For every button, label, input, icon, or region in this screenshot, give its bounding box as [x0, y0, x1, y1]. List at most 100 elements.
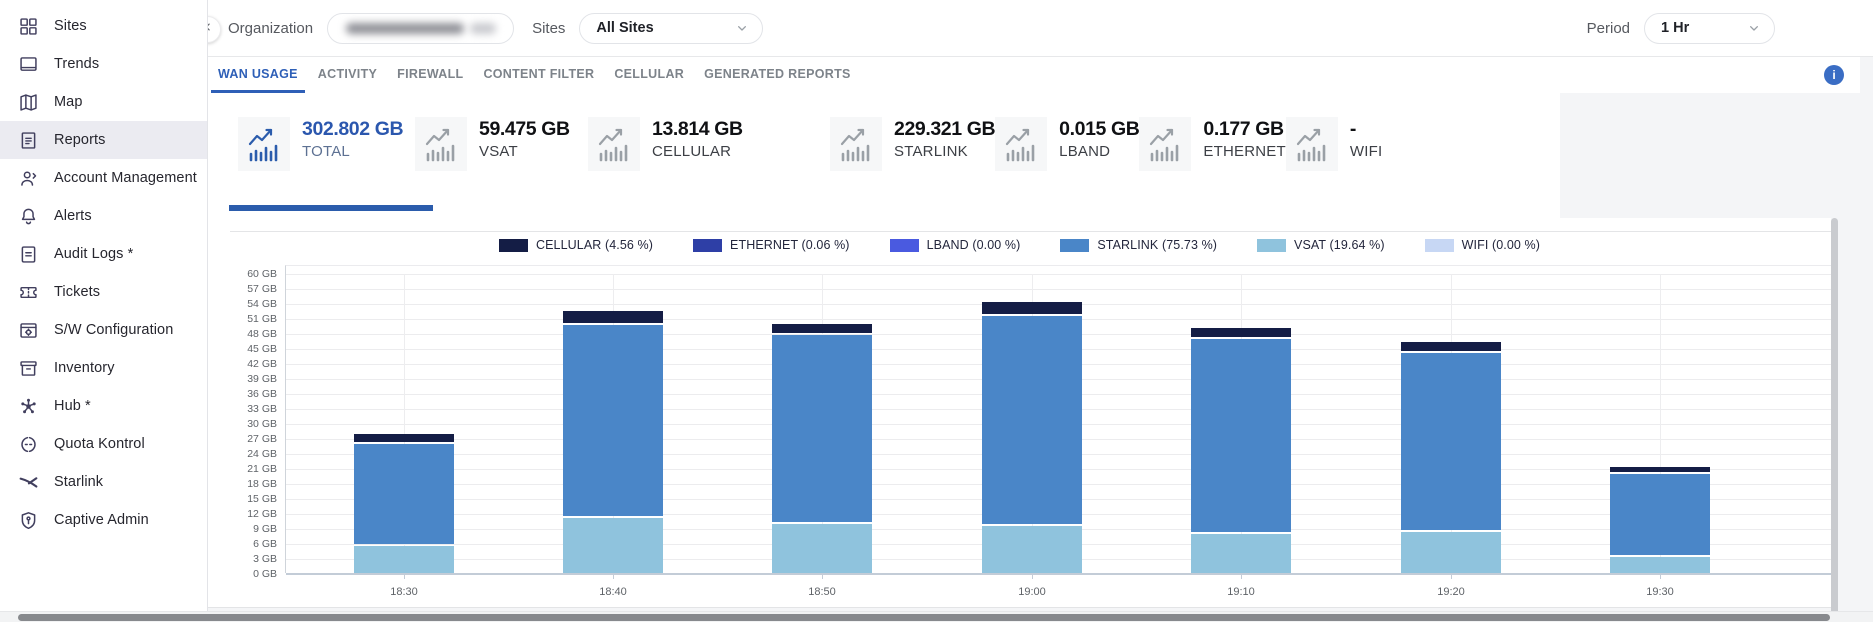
- tab-wan-usage[interactable]: WAN USAGE: [211, 57, 305, 93]
- period-select[interactable]: 1 Hr: [1644, 13, 1775, 44]
- y-axis-tick-label: 9 GB: [227, 523, 277, 535]
- summary-card-lband[interactable]: 0.015 GBLBAND: [995, 117, 1139, 171]
- bar-segment-cellular: [1401, 342, 1501, 351]
- sidebar-item-label: Starlink: [54, 474, 103, 490]
- map-icon: [17, 91, 39, 113]
- summary-card-vsat[interactable]: 59.475 GBVSAT: [415, 117, 588, 171]
- legend-item-wifi[interactable]: WIFI (0.00 %): [1425, 238, 1540, 252]
- sidebar-item-hub[interactable]: Hub *: [0, 387, 207, 425]
- tab-activity[interactable]: ACTIVITY: [311, 57, 384, 93]
- chart-plot-area: 0 GB3 GB6 GB9 GB12 GB15 GB18 GB21 GB24 G…: [285, 265, 1831, 573]
- sidebar-item-account-management[interactable]: Account Management: [0, 159, 207, 197]
- summary-card-ethernet[interactable]: 0.177 GB ETHERNET: [1139, 117, 1285, 171]
- tabs-holder: WAN USAGEACTIVITYFIREWALLCONTENT FILTERC…: [208, 57, 861, 93]
- summary-card-wifi[interactable]: -WIFI: [1286, 117, 1406, 171]
- bar-segment-cellular: [1191, 328, 1291, 337]
- sidebar-item-audit-logs[interactable]: Audit Logs *: [0, 235, 207, 273]
- trend-chart-icon: [995, 117, 1047, 171]
- bar-segment-vsat: [354, 546, 454, 573]
- bar-segment-starlink: [982, 316, 1082, 524]
- x-axis-tick: [1451, 574, 1452, 579]
- bar-segment-vsat: [1401, 532, 1501, 573]
- legend-item-cellular[interactable]: CELLULAR (4.56 %): [499, 238, 653, 252]
- legend-swatch: [499, 239, 528, 252]
- tab-firewall[interactable]: FIREWALL: [390, 57, 470, 93]
- sites-select[interactable]: All Sites: [579, 13, 763, 44]
- horizontal-scrollbar[interactable]: [18, 614, 1830, 621]
- y-axis-tick-label: 30 GB: [227, 418, 277, 430]
- y-axis-tick-label: 42 GB: [227, 358, 277, 370]
- stacked-bar-19-20[interactable]: [1401, 342, 1501, 573]
- summary-card-cellular[interactable]: 13.814 GBCELLULAR: [588, 117, 830, 171]
- card-label: ETHERNET: [1203, 143, 1285, 160]
- y-axis-tick-label: 0 GB: [227, 568, 277, 580]
- summary-card-total[interactable]: 302.802 GB TOTAL: [238, 117, 415, 171]
- monitor-icon: [17, 53, 39, 75]
- sidebar-item-sites[interactable]: Sites: [0, 7, 207, 45]
- summary-card-starlink[interactable]: 229.321 GBSTARLINK: [830, 117, 995, 171]
- horizontal-scrollbar-track: [0, 611, 1873, 622]
- legend-item-starlink[interactable]: STARLINK (75.73 %): [1060, 238, 1217, 252]
- stacked-bar-18-40[interactable]: [563, 311, 663, 573]
- sidebar-item-inventory[interactable]: Inventory: [0, 349, 207, 387]
- y-axis-tick-label: 33 GB: [227, 403, 277, 415]
- sidebar-item-label: Reports: [54, 132, 105, 148]
- sidebar-item-quota-kontrol[interactable]: Quota Kontrol: [0, 425, 207, 463]
- card-label: CELLULAR: [652, 143, 743, 160]
- sidebar: SitesTrendsMap Reports Account Management A…: [0, 0, 208, 622]
- y-axis-tick-label: 27 GB: [227, 433, 277, 445]
- y-axis-tick-label: 6 GB: [227, 538, 277, 550]
- report-icon: [17, 129, 39, 151]
- bar-segment-vsat: [563, 518, 663, 573]
- legend-label: VSAT (19.64 %): [1294, 238, 1385, 252]
- sidebar-item-s-w-configuration[interactable]: S/W Configuration: [0, 311, 207, 349]
- legend-item-lband[interactable]: LBAND (0.00 %): [890, 238, 1021, 252]
- sidebar-item-reports[interactable]: Reports: [0, 121, 207, 159]
- legend-item-ethernet[interactable]: ETHERNET (0.06 %): [693, 238, 850, 252]
- wan-usage-chart: CELLULAR (4.56 %) ETHERNET (0.06 %) LBAND …: [208, 218, 1831, 608]
- sidebar-item-label: Captive Admin: [54, 512, 149, 528]
- legend-swatch: [1257, 239, 1286, 252]
- stacked-bar-19-00[interactable]: [982, 302, 1082, 573]
- organization-select[interactable]: [327, 13, 514, 44]
- sidebar-item-trends[interactable]: Trends: [0, 45, 207, 83]
- gridline: [286, 274, 1831, 275]
- card-label: TOTAL: [302, 143, 403, 160]
- sites-label: Sites: [532, 20, 565, 37]
- stacked-bar-18-50[interactable]: [772, 324, 872, 573]
- stacked-bar-19-10[interactable]: [1191, 328, 1291, 573]
- card-value: 302.802 GB: [302, 119, 403, 140]
- x-axis-tick-label: 19:10: [1191, 586, 1291, 598]
- legend-swatch: [1425, 239, 1454, 252]
- period-label: Period: [1587, 20, 1630, 37]
- sidebar-item-alerts[interactable]: Alerts: [0, 197, 207, 235]
- card-value: -: [1350, 119, 1382, 140]
- card-value: 0.177 GB: [1203, 119, 1285, 140]
- info-icon[interactable]: i: [1824, 65, 1844, 85]
- sidebar-item-starlink[interactable]: Starlink: [0, 463, 207, 501]
- sidebar-item-map[interactable]: Map: [0, 83, 207, 121]
- legend-label: CELLULAR (4.56 %): [536, 238, 653, 252]
- gridline: [286, 289, 1831, 290]
- sidebar-item-captive-admin[interactable]: Captive Admin: [0, 501, 207, 539]
- trend-chart-icon: [1286, 117, 1338, 171]
- chevron-down-icon: [708, 20, 750, 36]
- legend-item-vsat[interactable]: VSAT (19.64 %): [1257, 238, 1385, 252]
- shield-person-icon: [17, 509, 39, 531]
- bar-segment-starlink: [1191, 339, 1291, 532]
- bar-segment-starlink: [772, 335, 872, 522]
- x-axis-tick: [1241, 574, 1242, 579]
- stacked-bar-19-30[interactable]: [1610, 467, 1710, 573]
- tab-cellular[interactable]: CELLULAR: [607, 57, 691, 93]
- x-axis-tick: [404, 574, 405, 579]
- legend-swatch: [693, 239, 722, 252]
- vertical-scrollbar[interactable]: [1831, 218, 1838, 622]
- sidebar-item-tickets[interactable]: Tickets: [0, 273, 207, 311]
- stacked-bar-18-30[interactable]: [354, 434, 454, 573]
- tab-content-filter[interactable]: CONTENT FILTER: [476, 57, 601, 93]
- x-axis-line: [286, 573, 1831, 575]
- tab-generated-reports[interactable]: GENERATED REPORTS: [697, 57, 858, 93]
- bar-segment-starlink: [1401, 353, 1501, 530]
- sidebar-item-label: Account Management: [54, 170, 197, 186]
- y-axis-tick-label: 36 GB: [227, 388, 277, 400]
